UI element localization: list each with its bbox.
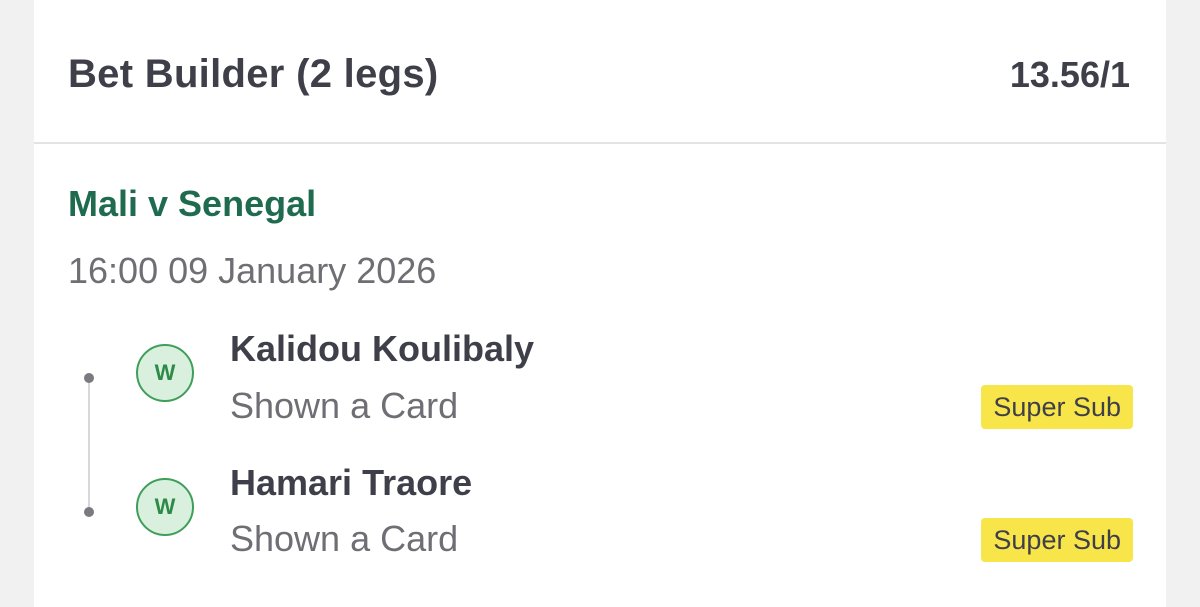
win-result-icon: W (136, 478, 194, 536)
leg-player-name: Kalidou Koulibaly (230, 328, 535, 369)
event-datetime: 16:00 09 January 2026 (68, 250, 437, 291)
event-name[interactable]: Mali v Senegal (68, 183, 316, 225)
leg-player-name: Hamari Traore (230, 462, 473, 503)
header-divider (34, 142, 1166, 144)
timeline-dot (84, 507, 94, 517)
bet-odds: 13.56/1 (1009, 54, 1130, 95)
timeline-dot (84, 373, 94, 383)
leg-market: Shown a Card (230, 385, 459, 426)
legs-timeline (88, 378, 90, 512)
bet-card: Bet Builder (2 legs) 13.56/1 Mali v Sene… (34, 0, 1166, 607)
super-sub-badge: Super Sub (981, 385, 1133, 429)
leg-market: Shown a Card (230, 518, 459, 559)
bet-header[interactable]: Bet Builder (2 legs) 13.56/1 (34, 0, 1166, 142)
win-result-icon: W (136, 344, 194, 402)
bet-title: Bet Builder (2 legs) (68, 52, 439, 96)
super-sub-badge: Super Sub (981, 518, 1133, 562)
